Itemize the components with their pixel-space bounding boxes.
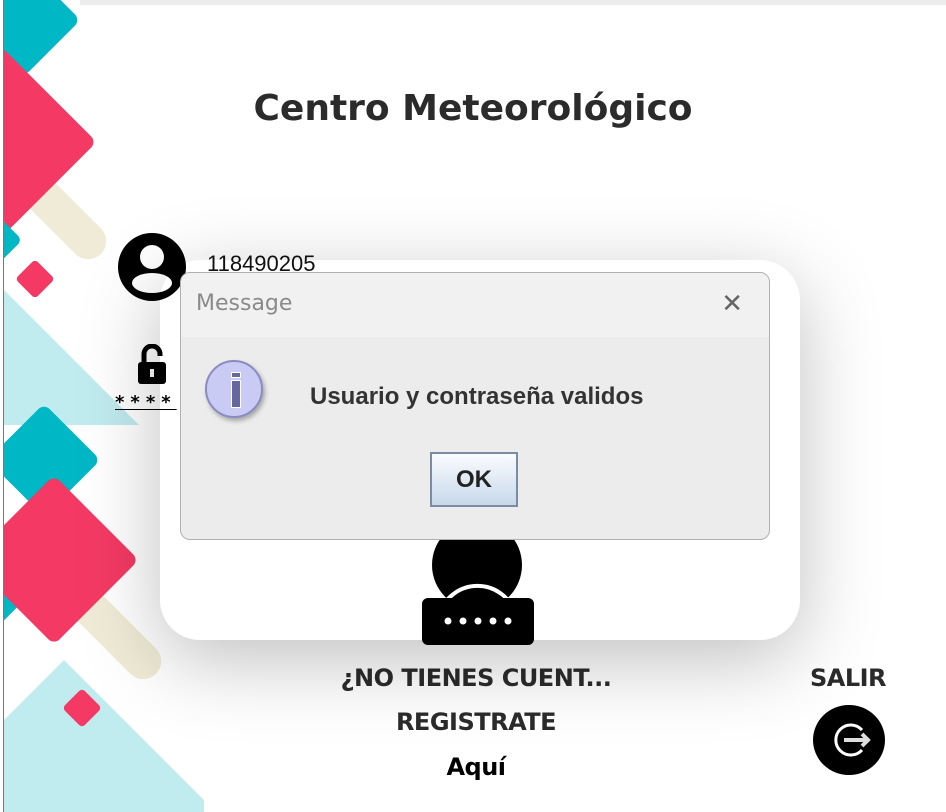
ok-button[interactable]: OK [430, 452, 518, 507]
exit-label: SALIR [809, 664, 887, 692]
message-dialog: Message ✕ Usuario y contraseña validos O… [180, 272, 770, 540]
page-title: Centro Meteorológico [253, 88, 693, 129]
register-label: REGISTRATE [395, 708, 557, 736]
window-top-bar [80, 0, 946, 5]
information-icon [205, 360, 263, 418]
dialog-title-bar[interactable]: Message ✕ [181, 273, 769, 337]
close-icon[interactable]: ✕ [721, 289, 743, 319]
exit-icon[interactable] [812, 704, 886, 776]
dialog-message: Usuario y contraseña validos [310, 383, 644, 410]
register-here-link[interactable]: Aquí [300, 753, 652, 781]
no-account-label: ¿NO TIENES CUENT... [340, 664, 612, 692]
dialog-title: Message [196, 291, 293, 316]
